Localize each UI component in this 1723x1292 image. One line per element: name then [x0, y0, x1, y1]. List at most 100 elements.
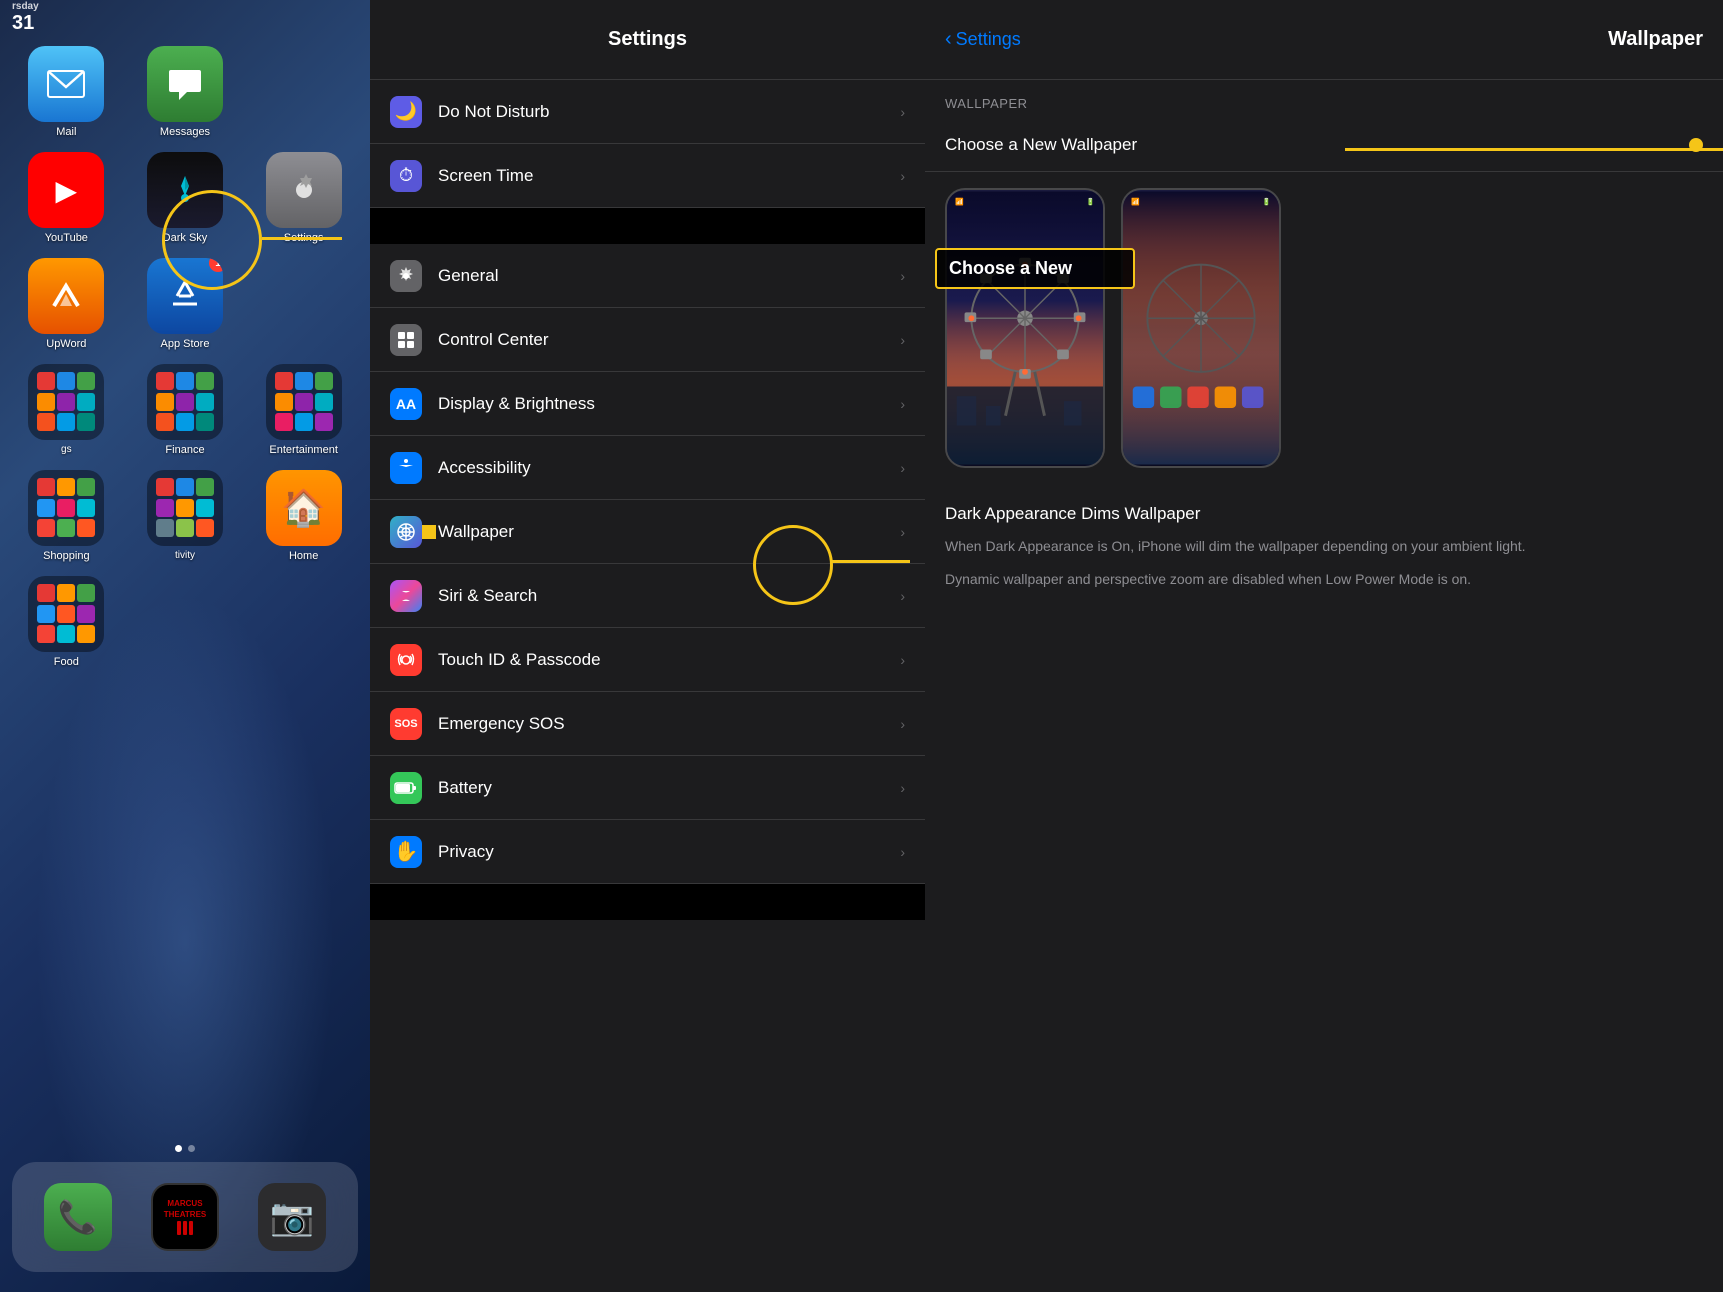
wallpaper-label: Wallpaper — [438, 522, 900, 542]
app-entertainment-folder[interactable]: Entertainment — [251, 364, 356, 456]
wallpaper-choose-row[interactable]: Choose a New Wallpaper — [925, 119, 1723, 172]
app-upword[interactable]: UpWord — [14, 258, 119, 350]
app-mail[interactable]: Mail — [14, 46, 119, 138]
home-status-bar: rsday 31 — [0, 0, 370, 36]
emergency-sos-label: Emergency SOS — [438, 714, 900, 734]
youtube-label: YouTube — [45, 232, 88, 244]
settings-row-battery[interactable]: Battery › — [370, 756, 925, 820]
app-youtube[interactable]: ▶ YouTube — [14, 152, 119, 244]
wallpaper-row-annotation-dot — [422, 525, 436, 539]
settings-row-do-not-disturb[interactable]: 🌙 Do Not Disturb › — [370, 80, 925, 144]
accessibility-label: Accessibility — [438, 458, 900, 478]
games-folder-icon[interactable] — [28, 364, 104, 440]
wallpaper-choose-label: Choose a New Wallpaper — [945, 135, 1679, 155]
wallpaper-settings-panel: ‹ Settings Wallpaper WALLPAPER Choose a … — [925, 0, 1723, 1292]
app-finance-folder[interactable]: Finance — [133, 364, 238, 456]
dock-theatre-icon[interactable]: MARCUS THEATRES — [151, 1183, 219, 1251]
app-food-folder[interactable]: Food — [14, 576, 119, 668]
do-not-disturb-label: Do Not Disturb — [438, 102, 900, 122]
settings-row-privacy[interactable]: ✋ Privacy › — [370, 820, 925, 884]
settings-section-1: 🌙 Do Not Disturb › ⏱ Screen Time › — [370, 80, 925, 208]
dock-camera[interactable]: 📷 — [258, 1183, 326, 1251]
battery-icon — [390, 772, 422, 804]
messages-label: Messages — [160, 126, 210, 138]
appstore-badge: 1 — [209, 258, 223, 272]
wallpaper-second-preview: 📶 🔋 — [1121, 188, 1281, 468]
back-label: Settings — [956, 29, 1021, 50]
page-dots — [175, 1145, 195, 1152]
app-appstore[interactable]: 1 App Store — [133, 258, 238, 350]
wallpaper-dim-section: Dark Appearance Dims Wallpaper When Dark… — [925, 484, 1723, 610]
youtube-icon[interactable]: ▶ — [28, 152, 104, 228]
wallpaper-dim-desc-1: When Dark Appearance is On, iPhone will … — [945, 536, 1703, 557]
dock-camera-icon[interactable]: 📷 — [258, 1183, 326, 1251]
general-label: General — [438, 266, 900, 286]
app-settings[interactable]: Settings — [251, 152, 356, 244]
wallpaper-content-area: WALLPAPER Choose a New Wallpaper — [925, 80, 1723, 1292]
wallpaper-preview-container: 📶 🔋 Choose a New — [925, 172, 1723, 484]
screen-time-label: Screen Time — [438, 166, 900, 186]
mail-icon[interactable] — [28, 46, 104, 122]
settings-row-display-brightness[interactable]: AA Display & Brightness › — [370, 372, 925, 436]
settings-row-emergency-sos[interactable]: SOS Emergency SOS › — [370, 692, 925, 756]
privacy-chevron: › — [900, 844, 905, 860]
display-brightness-icon: AA — [390, 388, 422, 420]
preview-annotation-text: Choose a New — [949, 258, 1121, 279]
page-dot-1 — [175, 1145, 182, 1152]
food-folder-icon[interactable] — [28, 576, 104, 652]
settings-row-wallpaper[interactable]: Wallpaper › — [370, 500, 925, 564]
settings-row-touch-id[interactable]: Touch ID & Passcode › — [370, 628, 925, 692]
appstore-icon[interactable]: 1 — [147, 258, 223, 334]
upword-label: UpWord — [46, 338, 86, 350]
touch-id-icon — [390, 644, 422, 676]
touch-id-label: Touch ID & Passcode — [438, 650, 900, 670]
control-center-chevron: › — [900, 332, 905, 348]
accessibility-icon — [390, 452, 422, 484]
food-label: Food — [54, 656, 79, 668]
settings-home-label: Settings — [284, 232, 324, 244]
battery-chevron: › — [900, 780, 905, 796]
settings-home-icon[interactable] — [266, 152, 342, 228]
settings-row-control-center[interactable]: Control Center › — [370, 308, 925, 372]
wallpaper-back-button[interactable]: ‹ Settings — [945, 28, 1021, 51]
dock-theatre[interactable]: MARCUS THEATRES — [151, 1183, 219, 1251]
wallpaper-choose-annotation-dot — [1689, 138, 1703, 152]
finance-folder-inner — [150, 366, 220, 438]
games-label: gs — [61, 444, 72, 455]
second-preview-status: 📶 🔋 — [1131, 198, 1271, 206]
wallpaper-panel-title: Wallpaper — [1021, 28, 1703, 51]
empty-slot-2 — [251, 258, 327, 334]
app-home[interactable]: 🏠 Home — [251, 470, 356, 562]
settings-divider-1 — [370, 208, 925, 244]
general-chevron: › — [900, 268, 905, 284]
shopping-folder-icon[interactable] — [28, 470, 104, 546]
finance-folder-icon[interactable] — [147, 364, 223, 440]
app-games-folder[interactable]: gs — [14, 364, 119, 456]
activity-folder-icon[interactable] — [147, 470, 223, 546]
settings-row-general[interactable]: General › — [370, 244, 925, 308]
app-shopping-folder[interactable]: Shopping — [14, 470, 119, 562]
second-preview-bg: 📶 🔋 — [1123, 190, 1279, 466]
app-darksky[interactable]: Dark Sky — [133, 152, 238, 244]
home-app-icon[interactable]: 🏠 — [266, 470, 342, 546]
shopping-label: Shopping — [43, 550, 90, 562]
finance-label: Finance — [165, 444, 204, 456]
app-activity-folder[interactable]: tivity — [133, 470, 238, 562]
wallpaper-section-header: WALLPAPER — [925, 80, 1723, 119]
app-messages[interactable]: Messages — [133, 46, 238, 138]
upword-icon[interactable] — [28, 258, 104, 334]
settings-row-screen-time[interactable]: ⏱ Screen Time › — [370, 144, 925, 208]
control-center-icon — [390, 324, 422, 356]
back-chevron-icon: ‹ — [945, 28, 952, 51]
settings-row-accessibility[interactable]: Accessibility › — [370, 436, 925, 500]
entertainment-folder-icon[interactable] — [266, 364, 342, 440]
privacy-label: Privacy — [438, 842, 900, 862]
games-folder-inner — [31, 366, 101, 438]
home-app-label: Home — [289, 550, 318, 562]
settings-row-siri-search[interactable]: Siri & Search › — [370, 564, 925, 628]
food-folder-inner — [31, 578, 101, 650]
messages-icon[interactable] — [147, 46, 223, 122]
darksky-icon[interactable] — [147, 152, 223, 228]
dock-phone[interactable]: 📞 — [44, 1183, 112, 1251]
dock-phone-icon[interactable]: 📞 — [44, 1183, 112, 1251]
